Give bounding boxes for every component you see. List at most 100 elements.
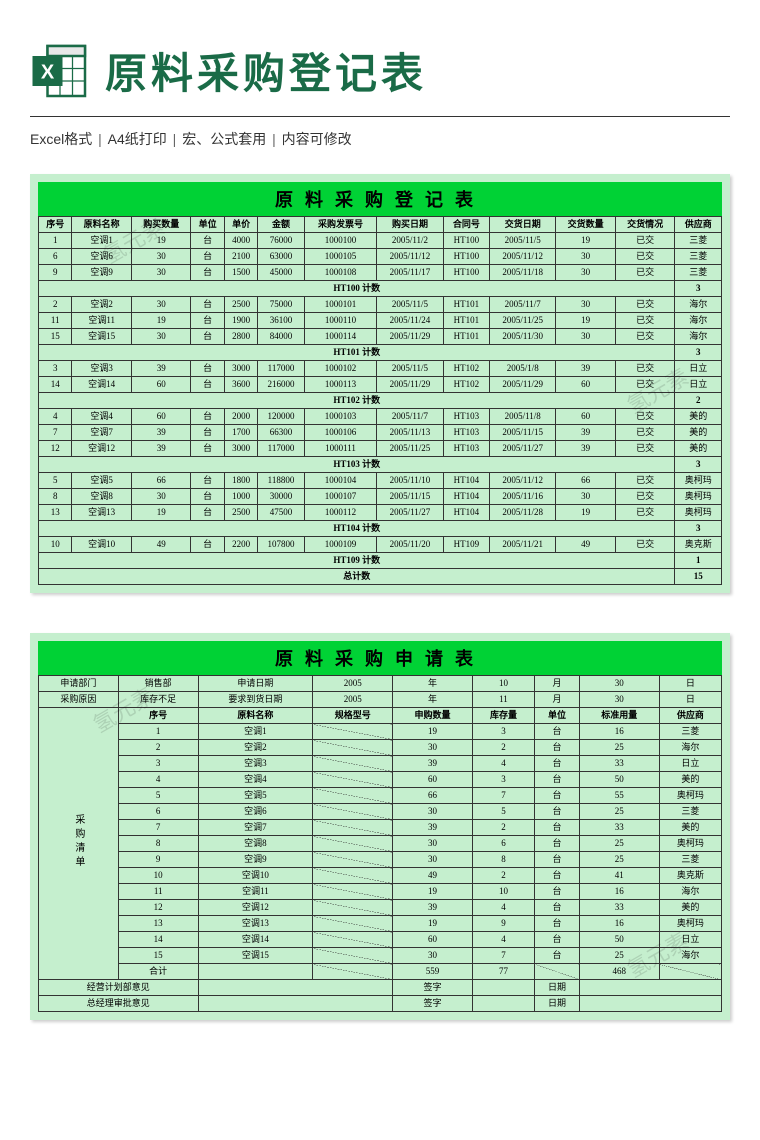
table-row: 9空调930台15004500010001082005/11/17HT10020… <box>39 265 722 281</box>
table-cell <box>313 756 393 772</box>
table-cell: 1000105 <box>304 249 377 265</box>
table-cell: 台 <box>535 884 580 900</box>
table-row: 4空调4603台50美的 <box>39 772 722 788</box>
table-cell: 台 <box>191 537 224 553</box>
table-cell: 月 <box>535 676 580 692</box>
table-cell: 25 <box>579 804 659 820</box>
table-cell: 2005/11/29 <box>377 377 443 393</box>
table-cell: 已交 <box>615 425 675 441</box>
table-cell: 30 <box>556 329 616 345</box>
table-cell: 3600 <box>224 377 257 393</box>
table-cell <box>313 900 393 916</box>
table-cell: 8 <box>118 836 198 852</box>
table-cell: 2005/11/27 <box>377 505 443 521</box>
table-cell: 4 <box>39 409 72 425</box>
table-cell: 9 <box>118 852 198 868</box>
table-cell: 台 <box>191 329 224 345</box>
sheet1-col-header: 购买数量 <box>131 217 191 233</box>
table-cell: 已交 <box>615 329 675 345</box>
table-cell: 30 <box>131 489 191 505</box>
table-cell: 39 <box>131 425 191 441</box>
table-cell: 奥克斯 <box>675 537 722 553</box>
table-row: 7空调739台17006630010001062005/11/13HT10320… <box>39 425 722 441</box>
table-row: 6空调6305台25三菱 <box>39 804 722 820</box>
table-cell: 2005/11/21 <box>490 537 556 553</box>
table-cell: 1000109 <box>304 537 377 553</box>
table-cell: 空调7 <box>72 425 132 441</box>
table-cell <box>659 964 721 980</box>
sheet2-col-header-row: 采购清单序号原料名称规格型号申购数量库存量单位标准用量供应商 <box>39 708 722 724</box>
table-cell: 台 <box>191 313 224 329</box>
sheet1-col-header: 单价 <box>224 217 257 233</box>
table-cell: HT100 <box>443 265 489 281</box>
table-cell: 三菱 <box>659 804 721 820</box>
table-row: 15空调15307台25海尔 <box>39 948 722 964</box>
table-cell <box>313 868 393 884</box>
sheet1-col-header: 交货数量 <box>556 217 616 233</box>
table-cell: 14 <box>118 932 198 948</box>
month: 10 <box>472 676 534 692</box>
table-cell: 66 <box>393 788 473 804</box>
table-cell: 4000 <box>224 233 257 249</box>
table-cell: 118800 <box>258 473 304 489</box>
sheet1-col-header: 交货情况 <box>615 217 675 233</box>
table-cell <box>313 788 393 804</box>
table-cell: 日立 <box>659 932 721 948</box>
table-cell <box>313 932 393 948</box>
table-cell: 美的 <box>659 772 721 788</box>
table-cell: 39 <box>393 756 473 772</box>
table-cell: 2200 <box>224 537 257 553</box>
table-cell: 11 <box>472 692 534 708</box>
table-cell <box>579 980 721 996</box>
sign-label: 签字 <box>393 996 473 1012</box>
table-cell: 25 <box>579 740 659 756</box>
table-row: 10空调1049台220010780010001092005/11/20HT10… <box>39 537 722 553</box>
table-cell: 15 <box>118 948 198 964</box>
table-cell: HT101 <box>443 329 489 345</box>
sheet2-title: 原料采购申请表 <box>38 641 722 675</box>
table-cell: 奥柯玛 <box>675 473 722 489</box>
table-cell: 66 <box>556 473 616 489</box>
table-cell: 30 <box>393 948 473 964</box>
table-cell: 63000 <box>258 249 304 265</box>
table-cell: 2005/11/17 <box>377 265 443 281</box>
table-cell: 1000113 <box>304 377 377 393</box>
table-cell: 空调6 <box>72 249 132 265</box>
sheet1-col-header: 购买日期 <box>377 217 443 233</box>
table-cell: 空调15 <box>72 329 132 345</box>
sheet1-col-header: 交货日期 <box>490 217 556 233</box>
table-cell: 空调13 <box>72 505 132 521</box>
table-cell: 7 <box>472 948 534 964</box>
table-cell: 3000 <box>224 361 257 377</box>
subtotal-count: 3 <box>675 281 722 297</box>
total-row: 合计55977468 <box>39 964 722 980</box>
table-cell: 空调8 <box>72 489 132 505</box>
table-cell: 3000 <box>224 441 257 457</box>
table-cell: 1000108 <box>304 265 377 281</box>
table-cell: 2005/11/8 <box>490 409 556 425</box>
table-cell: 年 <box>393 676 473 692</box>
table-cell: 117000 <box>258 441 304 457</box>
table-cell: 已交 <box>615 377 675 393</box>
table-cell: 2 <box>118 740 198 756</box>
table-cell: 三菱 <box>659 852 721 868</box>
side-label: 采购清单 <box>39 708 119 980</box>
table-cell: HT109 <box>443 537 489 553</box>
table-cell: 2005/1/8 <box>490 361 556 377</box>
table-cell: 30 <box>393 740 473 756</box>
table-cell: 空调14 <box>72 377 132 393</box>
sheet1-col-header: 采购发票号 <box>304 217 377 233</box>
subtotal-label: HT101 计数 <box>39 345 675 361</box>
table-cell: 空调13 <box>198 916 313 932</box>
info-row: 申请部门销售部申请日期2005年10月30日 <box>39 676 722 692</box>
table-cell: 空调11 <box>72 313 132 329</box>
table-cell: 台 <box>535 916 580 932</box>
table-cell: 16 <box>579 724 659 740</box>
table-cell: 已交 <box>615 297 675 313</box>
table-cell: 19 <box>393 724 473 740</box>
approval-row: 总经理审批意见签字日期 <box>39 996 722 1012</box>
table-cell: 30 <box>393 804 473 820</box>
table-cell: 2 <box>472 820 534 836</box>
table-cell: 台 <box>191 265 224 281</box>
table-cell: HT100 <box>443 233 489 249</box>
